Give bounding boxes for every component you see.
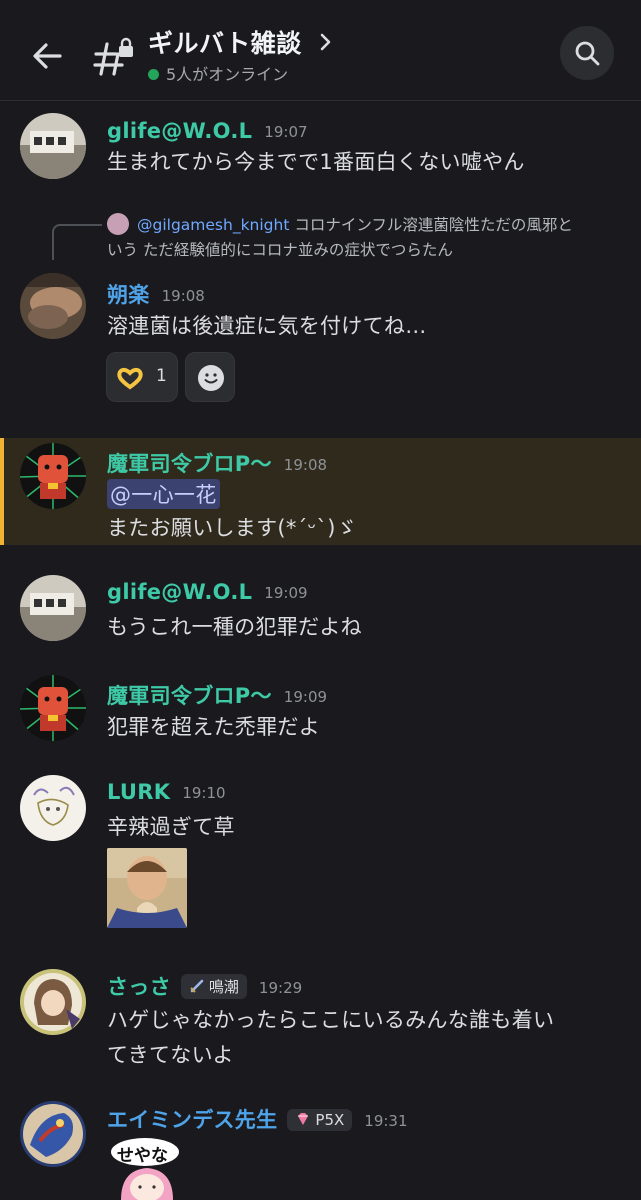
avatar[interactable] <box>20 443 86 509</box>
username[interactable]: glife@W.O.L <box>107 580 252 604</box>
avatar[interactable] <box>20 775 86 841</box>
online-count: 5人がオンライン <box>166 65 289 84</box>
avatar[interactable] <box>20 113 86 179</box>
timestamp: 19:08 <box>283 456 328 474</box>
back-arrow-icon[interactable] <box>28 36 68 76</box>
message-header: LURK 19:10 <box>107 780 226 804</box>
online-dot-icon <box>148 69 159 80</box>
reply-preview[interactable]: @gilgamesh_knight コロナインフル溶連菌陰性ただの風邪と <box>107 213 573 235</box>
heart-hands-icon <box>117 367 143 390</box>
online-status: 5人がオンライン <box>148 61 288 85</box>
username[interactable]: 朔楽 <box>107 283 150 307</box>
channel-title[interactable]: ギルバト雑談 <box>148 24 302 60</box>
username[interactable]: エイミンデス先生 <box>107 1108 277 1132</box>
search-icon <box>575 41 600 66</box>
add-reaction-button[interactable] <box>185 352 235 402</box>
user-mention[interactable]: @一心一花 <box>107 479 220 509</box>
message-text: もうこれ一種の犯罪だよね <box>107 615 362 639</box>
reply-connector <box>52 224 102 260</box>
username[interactable]: 魔軍司令ブロP～ <box>107 684 272 708</box>
username[interactable]: LURK <box>107 780 170 804</box>
attached-image[interactable] <box>107 848 187 928</box>
message-text: 辛辣過ぎて草 <box>107 815 235 839</box>
reply-avatar <box>107 213 129 235</box>
sticker[interactable]: せやな <box>107 1136 185 1200</box>
message-text-line2: てきてないよ <box>107 1043 234 1067</box>
timestamp: 19:29 <box>258 979 303 997</box>
reply-text-line2: いう ただ経験値的にコロナ並みの症状でつらたん <box>107 241 453 259</box>
message-header: 朔楽 19:08 <box>107 279 205 309</box>
message-header: glife@W.O.L 19:09 <box>107 580 308 604</box>
timestamp: 19:09 <box>264 584 308 602</box>
timestamp: 19:07 <box>264 123 308 141</box>
message-text-mention-line: @一心一花 <box>107 479 220 509</box>
reply-mention[interactable]: @gilgamesh_knight <box>137 216 289 234</box>
sticker-text: せやな <box>117 1146 168 1166</box>
message-header: さっさ 鳴潮 19:29 <box>107 971 302 1001</box>
avatar[interactable] <box>20 575 86 641</box>
message-header: エイミンデス先生 P5X 19:31 <box>107 1104 408 1134</box>
message-text: 生まれてから今までで1番面白くない嘘やん <box>107 150 525 174</box>
username[interactable]: 魔軍司令ブロP～ <box>107 452 272 476</box>
reaction-heart-hands[interactable]: 1 <box>106 352 178 402</box>
timestamp: 19:08 <box>161 287 205 305</box>
timestamp: 19:09 <box>283 688 328 706</box>
chevron-right-icon[interactable] <box>318 31 334 53</box>
role-badge-label: 鳴潮 <box>208 978 239 996</box>
avatar[interactable] <box>20 273 86 339</box>
avatar[interactable] <box>20 675 86 741</box>
gem-icon <box>298 1113 309 1125</box>
message-header: 魔軍司令ブロP～ 19:09 <box>107 680 327 710</box>
timestamp: 19:10 <box>182 784 226 802</box>
username[interactable]: glife@W.O.L <box>107 119 252 143</box>
message-text: 犯罪を超えた禿罪だよ <box>107 715 320 739</box>
message-header: 魔軍司令ブロP～ 19:08 <box>107 448 327 478</box>
message-header: glife@W.O.L 19:07 <box>107 119 308 143</box>
avatar[interactable] <box>20 969 86 1035</box>
message-text-line1: ハゲじゃなかったらここにいるみんな誰も着い <box>107 1008 555 1032</box>
search-button[interactable] <box>560 26 614 80</box>
timestamp: 19:31 <box>364 1112 408 1130</box>
username[interactable]: さっさ <box>107 975 171 999</box>
role-badge[interactable]: 鳴潮 <box>180 974 247 999</box>
role-badge[interactable]: P5X <box>287 1109 353 1131</box>
sword-icon <box>190 979 204 993</box>
message-text: 溶連菌は後遺症に気を付けてね… <box>107 314 427 338</box>
message-text: またお願いします(*ˊᵕˋ)ゞ <box>107 516 358 540</box>
role-badge-label: P5X <box>315 1111 345 1129</box>
locked-channel-icon <box>93 37 133 76</box>
reaction-count: 1 <box>156 366 167 386</box>
reply-text-line1: コロナインフル溶連菌陰性ただの風邪と <box>294 216 573 234</box>
avatar[interactable] <box>20 1101 86 1167</box>
smiley-icon <box>198 365 224 391</box>
channel-header: ギルバト雑談 5人がオンライン <box>0 0 641 101</box>
